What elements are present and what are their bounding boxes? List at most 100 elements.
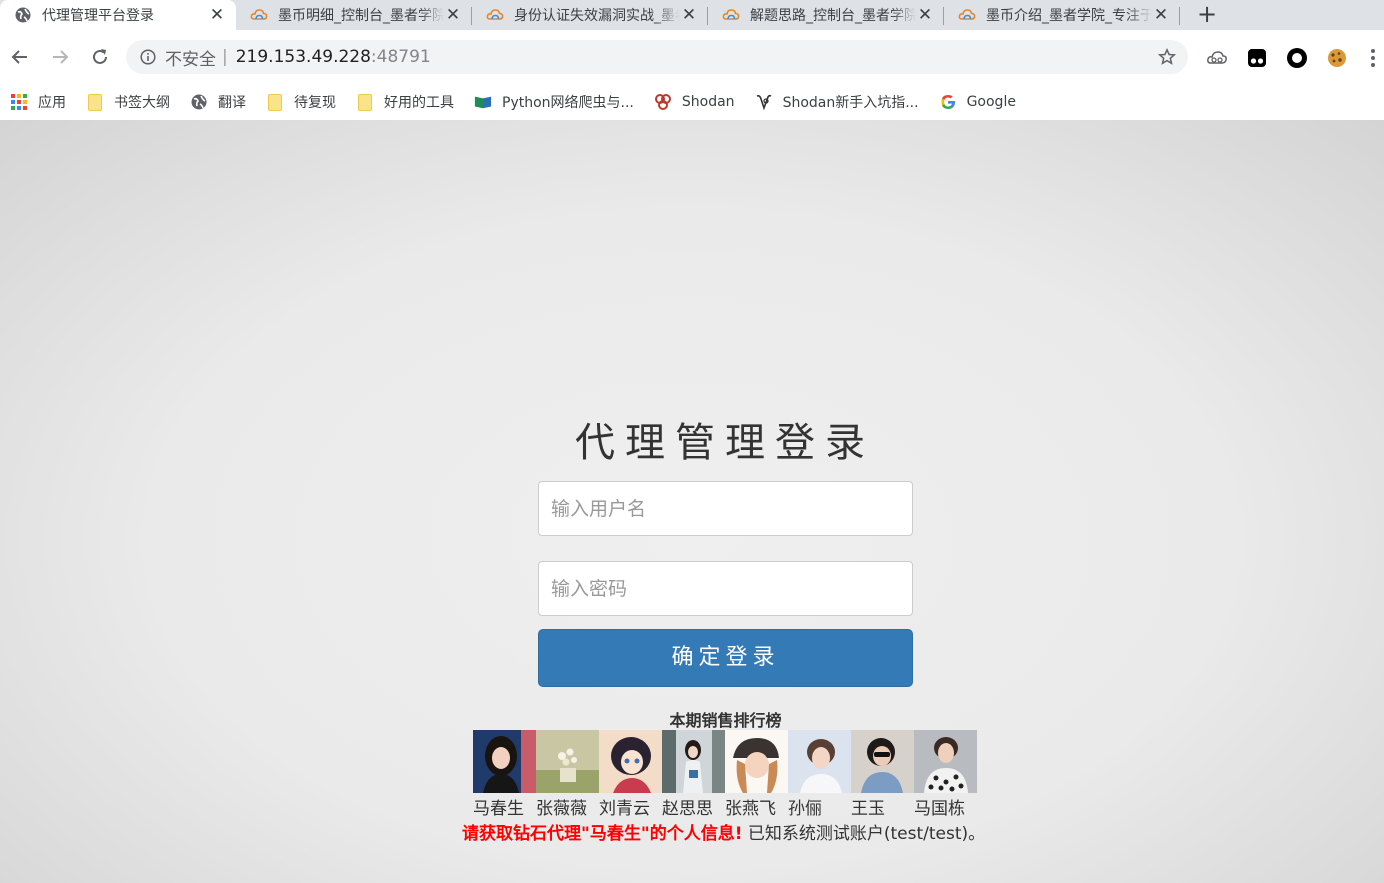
login-page: 代理管理登录 确定登录 本期销售排行榜 马春生 张薇薇 [0, 120, 1384, 883]
agent-name: 马国栋 [914, 799, 965, 819]
agent-avatar [725, 730, 788, 793]
mozhe-cloud-icon [250, 9, 268, 20]
tab[interactable]: 墨币明细_控制台_墨者学院 ✕ [236, 0, 472, 30]
close-icon[interactable]: ✕ [916, 6, 934, 24]
login-button[interactable]: 确定登录 [538, 629, 913, 687]
test-account-note: 已知系统测试账户(test/test)。 [747, 824, 986, 844]
url-host: 219.153.49.228 [235, 47, 371, 67]
close-icon[interactable]: ✕ [680, 6, 698, 24]
close-icon[interactable]: ✕ [1152, 6, 1170, 24]
address-bar[interactable]: 不安全 | 219.153.49.228:48791 [126, 40, 1188, 74]
bookmark-label: Shodan [681, 94, 735, 110]
page-title: 代理管理登录 [575, 420, 875, 466]
tab[interactable]: 墨币介绍_墨者学院_专注于网络安全 ✕ [944, 0, 1180, 30]
bookmarks-bar: 应用 书签大纲 翻译 待复现 好用的工具 Python网络爬虫与... Shod… [0, 84, 1384, 120]
new-tab-button[interactable]: + [1192, 0, 1222, 30]
agent-name: 张燕飞 [725, 799, 776, 819]
reload-icon [93, 49, 107, 64]
ranking-item[interactable]: 马国栋 [914, 730, 977, 820]
agent-name: 赵思思 [662, 799, 713, 819]
agent-avatar [851, 730, 914, 793]
arrow-right-icon [53, 50, 69, 64]
bookmark-folder[interactable]: 好用的工具 [356, 92, 454, 112]
ranking-item[interactable]: 张薇薇 [536, 730, 599, 820]
bookmark-label: 好用的工具 [384, 95, 454, 111]
menu-button[interactable] [1368, 47, 1378, 69]
bookmark-google[interactable]: Google [939, 93, 1016, 111]
agent-name: 孙俪 [788, 799, 822, 819]
agent-name: 马春生 [473, 799, 524, 819]
tab-title: 墨币明细_控制台_墨者学院 [278, 8, 444, 24]
ranking-item[interactable]: 王玉 [851, 730, 914, 820]
cookie-icon [1328, 49, 1346, 67]
extension-button[interactable] [1246, 47, 1268, 69]
bookmark-star-icon[interactable] [1158, 48, 1176, 66]
close-icon[interactable]: ✕ [444, 6, 462, 24]
bookmark-label: Python网络爬虫与... [502, 95, 634, 111]
extension-button[interactable] [1326, 47, 1348, 69]
address-separator: | [222, 47, 228, 67]
folder-icon [86, 93, 104, 111]
google-icon [939, 93, 957, 111]
challenge-warning: 请获取钻石代理"马春生"的个人信息! [462, 824, 743, 844]
apps-grid-icon [10, 93, 28, 111]
security-label: 不安全 [165, 49, 216, 70]
tampermonkey-icon [1248, 49, 1266, 67]
agent-name: 刘青云 [599, 799, 650, 819]
bookmark-folder[interactable]: 待复现 [266, 92, 336, 112]
tab[interactable]: 解题思路_控制台_墨者学院 ✕ [708, 0, 944, 30]
folder-icon [356, 93, 374, 111]
ranking-title: 本期销售排行榜 [669, 711, 782, 730]
bookmark-translate[interactable]: 翻译 [190, 92, 246, 112]
tab[interactable]: 身份认证失效漏洞实战_墨者学院 ✕ [472, 0, 708, 30]
arrow-left-icon [11, 50, 27, 64]
ranking-item[interactable]: 孙俪 [788, 730, 851, 820]
extension-button[interactable] [1206, 47, 1228, 69]
reload-button[interactable] [84, 41, 116, 73]
forward-button[interactable] [44, 41, 76, 73]
url-port: :48791 [370, 47, 431, 67]
bookmark-label: 待复现 [294, 95, 336, 111]
agent-avatar [473, 730, 536, 793]
bookmark-apps[interactable]: 应用 [10, 92, 66, 112]
bookmark-label: 应用 [38, 95, 66, 111]
ranking-item[interactable]: 赵思思 [662, 730, 725, 820]
bookmark-label: Google [966, 94, 1016, 110]
tab-title: 墨币介绍_墨者学院_专注于网络安全 [986, 8, 1152, 24]
browser-toolbar: 不安全 | 219.153.49.228:48791 [0, 30, 1384, 84]
book-flag-icon [474, 93, 492, 111]
bookmark-label: 书签大纲 [114, 95, 170, 111]
mozhe-cloud-icon [958, 9, 976, 20]
extension-button[interactable] [1286, 47, 1308, 69]
more-vert-icon [1371, 49, 1375, 67]
mozhe-cloud-icon [722, 9, 740, 20]
username-input[interactable] [538, 481, 913, 536]
password-input[interactable] [538, 561, 913, 616]
agent-avatar [599, 730, 662, 793]
tab-title: 解题思路_控制台_墨者学院 [750, 8, 916, 24]
folder-icon [266, 93, 284, 111]
hint-text: 请获取钻石代理"马春生"的个人信息! 已知系统测试账户(test/test)。 [462, 819, 985, 844]
bookmark-shodan-guide[interactable]: Shodan新手入坑指... [755, 92, 919, 112]
close-icon[interactable]: ✕ [208, 6, 226, 24]
ranking-item[interactable]: 张燕飞 [725, 730, 788, 820]
agent-avatar [536, 730, 599, 793]
bookmark-python[interactable]: Python网络爬虫与... [474, 92, 634, 112]
bookmark-label: 翻译 [218, 95, 246, 111]
tab-active[interactable]: 代理管理平台登录 ✕ [0, 0, 236, 30]
bookmark-folder[interactable]: 书签大纲 [86, 92, 170, 112]
shodan-script-icon [755, 93, 773, 111]
info-icon[interactable] [140, 49, 156, 65]
tab-title: 代理管理平台登录 [42, 8, 154, 24]
cloud-sync-icon [1207, 51, 1227, 64]
tab-strip: 代理管理平台登录 ✕ 墨币明细_控制台_墨者学院 ✕ 身份认证失效漏洞实战_墨者… [0, 0, 1384, 30]
agent-avatar [914, 730, 977, 793]
ranking-item[interactable]: 马春生 [473, 730, 536, 820]
shodan-icon [654, 93, 672, 111]
agent-name: 王玉 [851, 799, 885, 819]
agent-avatar [662, 730, 725, 793]
bookmark-shodan[interactable]: Shodan [654, 93, 735, 111]
back-button[interactable] [4, 41, 36, 73]
agent-avatar [788, 730, 851, 793]
ranking-item[interactable]: 刘青云 [599, 730, 662, 820]
